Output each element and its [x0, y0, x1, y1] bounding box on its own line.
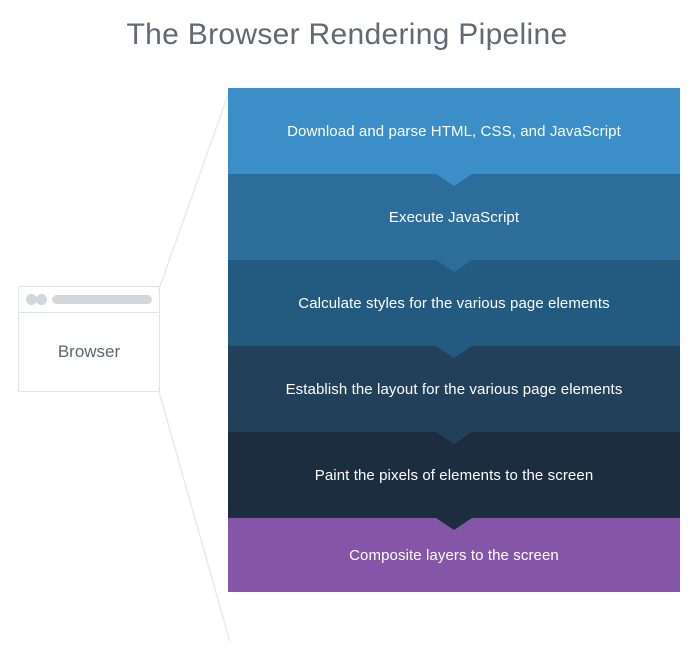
nav-forward-icon: [36, 294, 47, 305]
chevron-down-icon: [436, 174, 472, 186]
step-paint: Paint the pixels of elements to the scre…: [228, 432, 680, 518]
step-label: Calculate styles for the various page el…: [298, 295, 609, 312]
chevron-down-icon: [436, 346, 472, 358]
step-label: Paint the pixels of elements to the scre…: [315, 467, 594, 484]
chevron-down-icon: [436, 260, 472, 272]
step-execute-js: Execute JavaScript: [228, 174, 680, 260]
chevron-down-icon: [436, 518, 472, 530]
step-download-parse: Download and parse HTML, CSS, and JavaSc…: [228, 88, 680, 174]
address-bar-icon: [52, 295, 152, 304]
step-label: Establish the layout for the various pag…: [286, 381, 623, 398]
browser-nav-buttons-icon: [26, 294, 47, 305]
diagram-content: Browser Download and parse HTML, CSS, an…: [0, 88, 694, 664]
pipeline-steps: Download and parse HTML, CSS, and JavaSc…: [228, 88, 680, 592]
step-label: Download and parse HTML, CSS, and JavaSc…: [287, 123, 621, 140]
browser-topbar: [19, 287, 159, 313]
step-layout: Establish the layout for the various pag…: [228, 346, 680, 432]
step-calculate-styles: Calculate styles for the various page el…: [228, 260, 680, 346]
browser-label: Browser: [19, 313, 159, 391]
browser-illustration: Browser: [18, 286, 160, 392]
chevron-down-icon: [436, 432, 472, 444]
step-label: Execute JavaScript: [389, 209, 519, 226]
step-label: Composite layers to the screen: [349, 547, 559, 564]
diagram-title: The Browser Rendering Pipeline: [0, 0, 694, 52]
connector-lines-icon: [158, 88, 230, 643]
